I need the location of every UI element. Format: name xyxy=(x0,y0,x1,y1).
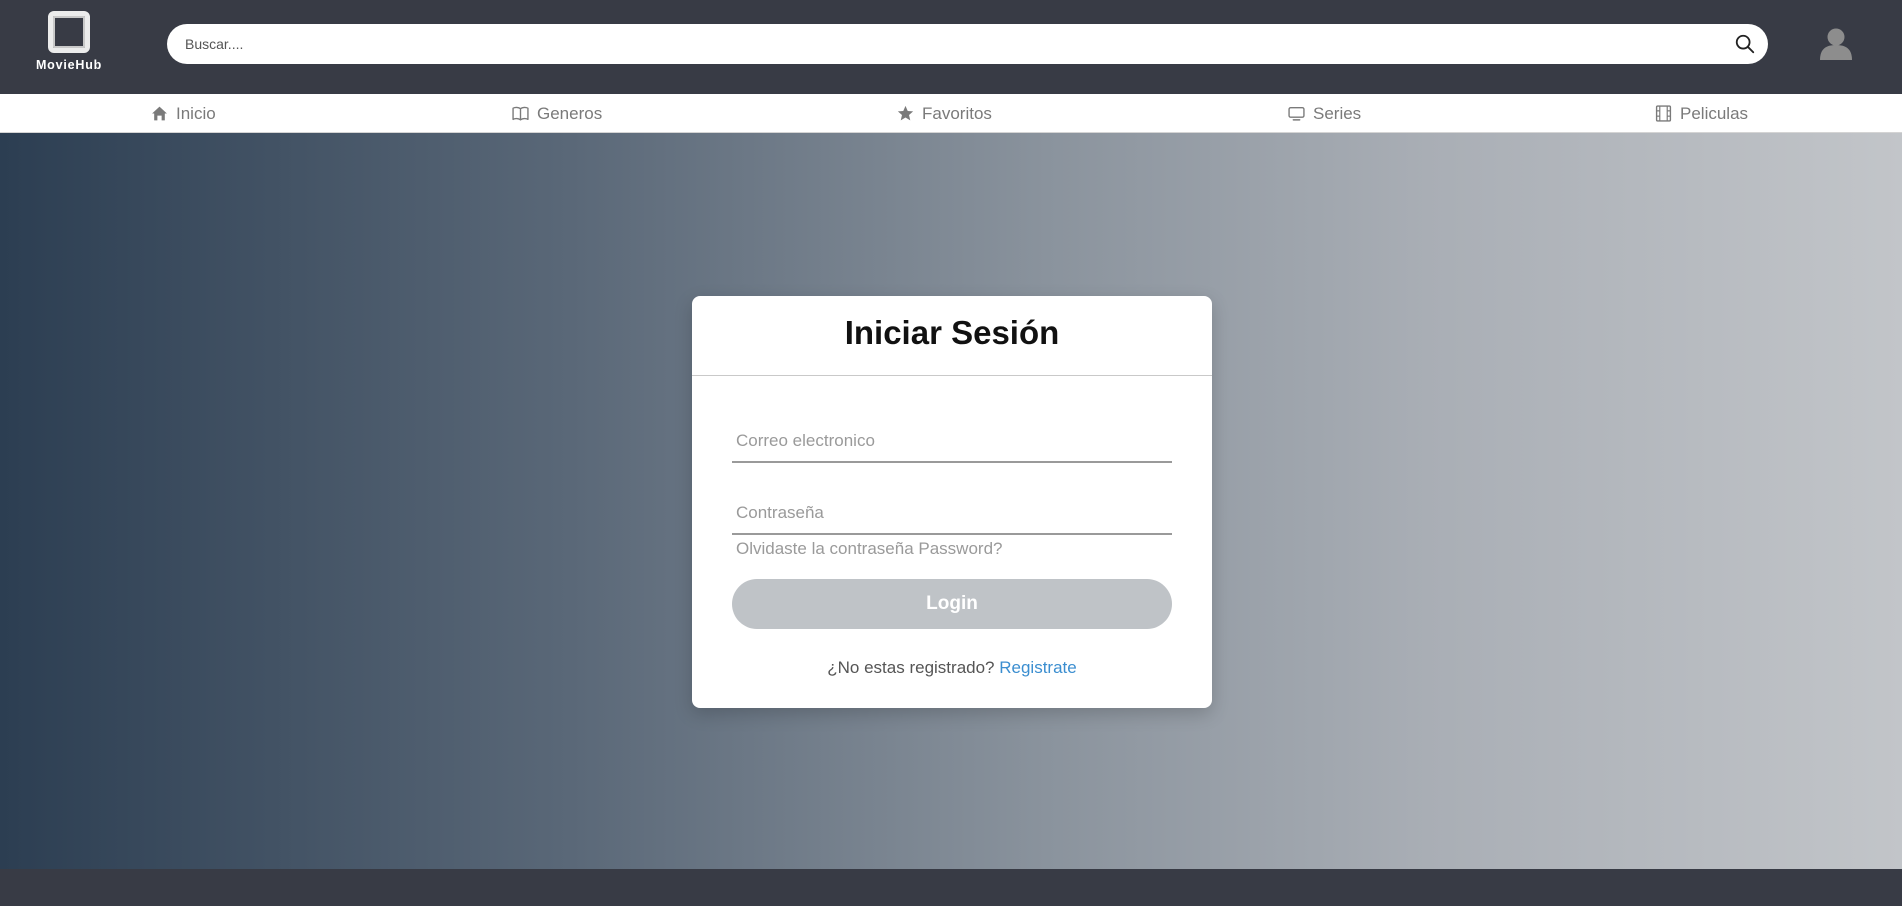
nav-item-peliculas[interactable]: Peliculas xyxy=(1655,94,1748,133)
search-bar xyxy=(167,24,1768,64)
nav-item-label: Inicio xyxy=(176,103,216,123)
star-icon xyxy=(897,105,914,121)
main-nav: Inicio Generos Favoritos Series Pelicula… xyxy=(0,94,1902,133)
divider xyxy=(692,375,1212,376)
tv-icon xyxy=(1288,106,1305,121)
logo-text: MovieHub xyxy=(35,58,103,72)
nav-item-favoritos[interactable]: Favoritos xyxy=(897,94,992,133)
footer xyxy=(0,869,1902,906)
nav-item-label: Peliculas xyxy=(1680,103,1749,123)
email-field-wrapper xyxy=(732,421,1172,463)
user-avatar-icon[interactable] xyxy=(1818,26,1854,62)
nav-item-generos[interactable]: Generos xyxy=(512,94,602,133)
password-field[interactable] xyxy=(736,493,1168,533)
book-icon xyxy=(512,106,529,121)
search-input[interactable] xyxy=(185,24,1705,64)
register-link[interactable]: Registrate xyxy=(999,658,1076,677)
login-card: Iniciar Sesión Olvidaste la contraseña P… xyxy=(692,296,1212,708)
nav-item-label: Generos xyxy=(537,103,603,123)
login-button[interactable]: Login xyxy=(732,579,1172,629)
film-icon xyxy=(1655,105,1672,122)
top-bar: MovieHub xyxy=(0,0,1902,94)
nav-item-label: Favoritos xyxy=(922,103,992,123)
register-prompt: ¿No estas registrado? xyxy=(827,658,995,677)
nav-item-inicio[interactable]: Inicio xyxy=(151,94,216,133)
home-icon xyxy=(152,106,167,121)
register-row: ¿No estas registrado? Registrate xyxy=(692,658,1212,678)
logo-icon xyxy=(48,11,90,53)
app-logo[interactable]: MovieHub xyxy=(30,11,108,75)
search-icon[interactable] xyxy=(1734,33,1756,55)
email-field[interactable] xyxy=(736,421,1168,461)
password-field-wrapper xyxy=(732,493,1172,535)
nav-item-series[interactable]: Series xyxy=(1288,94,1361,133)
login-title: Iniciar Sesión xyxy=(844,314,1060,351)
nav-item-label: Series xyxy=(1313,103,1362,123)
forgot-password-link[interactable]: Olvidaste la contraseña Password? xyxy=(736,539,1002,559)
